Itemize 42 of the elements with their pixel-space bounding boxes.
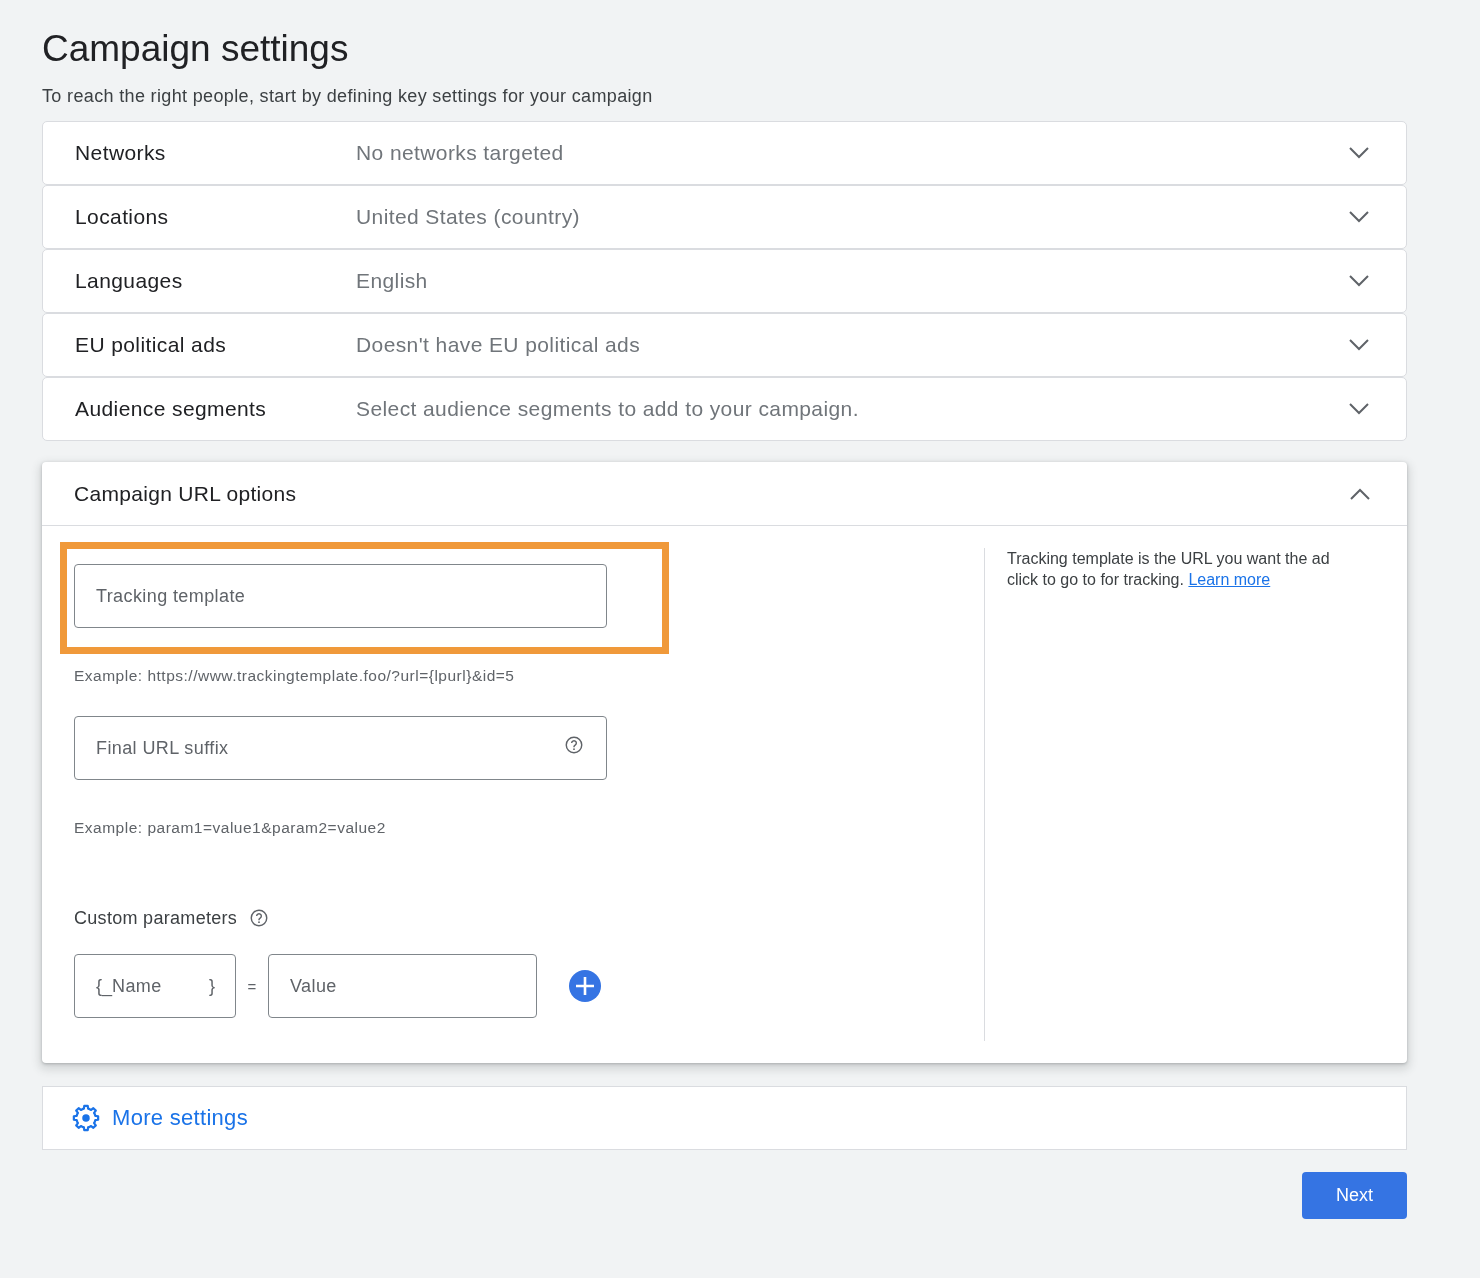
final-url-suffix-field[interactable]: Final URL suffix [74,716,607,780]
settings-row[interactable]: Audience segments Select audience segments to add to your campaign. [42,377,1407,441]
plus-circle-icon[interactable] [569,970,601,1002]
chevron-down-icon[interactable] [1349,403,1369,415]
more-settings-bar[interactable]: More settings [42,1086,1407,1150]
help-icon[interactable] [565,736,583,754]
setting-label: Languages [75,269,184,293]
equals-sign: = [246,977,258,995]
more-settings-link[interactable]: More settings [112,1105,248,1131]
example-text: Example: https://www.trackingtemplate.foo/?url={lpurl}&id=5 [74,666,515,686]
setting-label: Audience segments [75,397,268,421]
settings-row[interactable]: EU political ads Doesn't have EU political ads [42,313,1407,377]
setting-summary: English [356,269,429,293]
section-title: Campaign URL options [74,481,297,506]
setting-summary: United States (country) [356,205,581,229]
settings-row[interactable]: Networks No networks targeted [42,121,1407,185]
settings-row[interactable]: Locations United States (country) [42,185,1407,249]
chevron-down-icon[interactable] [1349,147,1369,159]
help-text: Tracking template is the URL you want the ad click to go to for tracking. Learn more [1007,549,1331,590]
setting-label: Locations [75,205,170,229]
page-subtitle: To reach the right people, start by defining key settings for your campaign [42,85,654,108]
settings-row[interactable]: Languages English [42,249,1407,313]
name-suffix-text: } [209,975,215,997]
name-prefix-text: {_ [96,975,113,997]
chevron-down-icon[interactable] [1349,339,1369,351]
chevron-down-icon[interactable] [1349,275,1369,287]
setting-summary: No networks targeted [356,141,565,165]
setting-label: EU political ads [75,333,228,357]
custom-parameters-label: Custom parameters [74,907,238,930]
learn-more-link[interactable]: Learn more [1188,571,1271,588]
chevron-down-icon[interactable] [1349,211,1369,223]
gear-icon [72,1104,100,1132]
tracking-template-field[interactable]: Tracking template [74,564,607,628]
example-text: Example: param1=value1&param2=value2 [74,818,386,838]
next-button[interactable]: Next [1302,1172,1407,1219]
setting-summary: Select audience segments to add to your campaign. [356,397,860,421]
help-icon[interactable] [250,909,269,927]
chevron-up-icon[interactable] [1350,487,1370,500]
setting-summary: Doesn't have EU political ads [356,333,642,357]
parameter-value-field[interactable]: Value [268,954,537,1018]
setting-label: Networks [75,141,167,165]
page-title: Campaign settings [42,27,350,71]
